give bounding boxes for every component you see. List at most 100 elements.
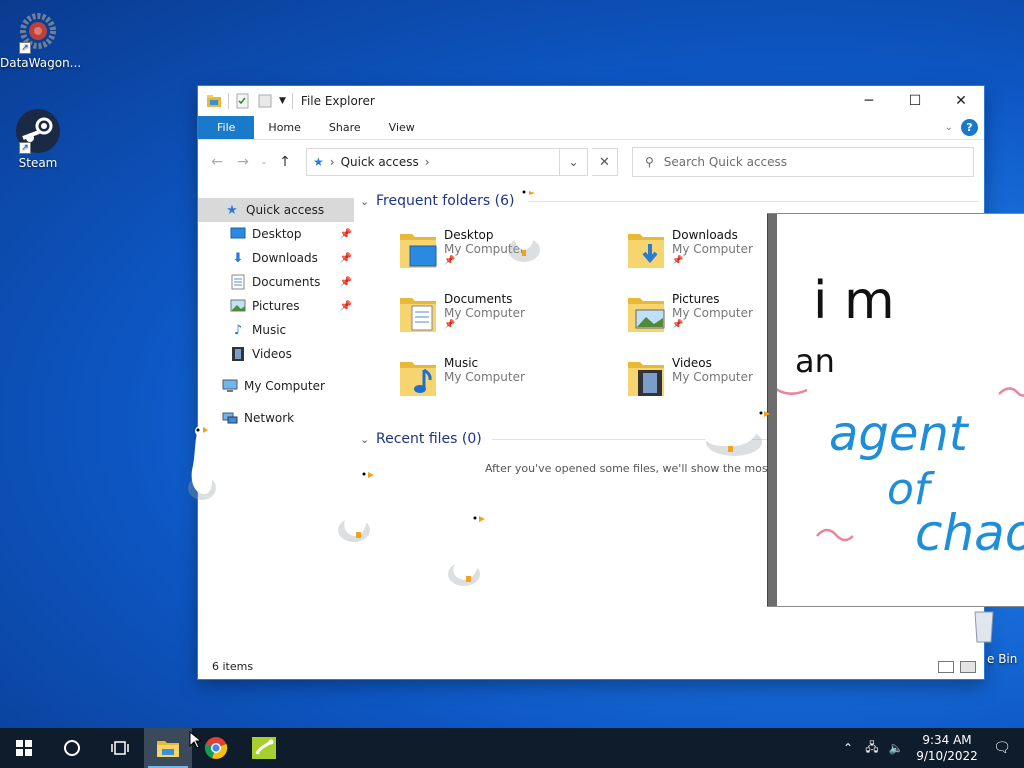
recent-locations-icon[interactable]: ⌄: [258, 157, 270, 167]
notification-center-icon[interactable]: 🗨: [980, 740, 1024, 756]
forward-button[interactable]: →: [232, 154, 254, 170]
nav-item-my-computer[interactable]: My Computer: [198, 374, 356, 398]
search-box[interactable]: ⚲: [632, 147, 974, 177]
quick-access-toolbar: ▼: [206, 93, 293, 109]
show-hidden-icons-chevron-icon[interactable]: ⌃: [836, 741, 860, 755]
nav-item-label: Desktop: [252, 227, 302, 241]
note-line-2: an: [795, 342, 835, 380]
shortcut-arrow-icon: ↗: [19, 42, 31, 54]
nav-item-pictures[interactable]: Pictures 📌: [198, 294, 356, 318]
search-button[interactable]: [48, 728, 96, 768]
customize-toolbar-icon[interactable]: ▼: [279, 96, 286, 106]
nav-item-label: Downloads: [252, 251, 318, 265]
folder-tile-desktop[interactable]: Desktop My Computer 📌: [398, 228, 598, 284]
minimize-button[interactable]: ─: [846, 86, 892, 116]
folder-name: Pictures: [672, 292, 720, 306]
network-tray-icon[interactable]: 🖧: [860, 738, 884, 759]
refresh-button[interactable]: ✕: [592, 148, 618, 176]
music-note-icon: ♪: [233, 322, 243, 338]
goose-sprite[interactable]: [184, 422, 224, 504]
shortcut-arrow-icon: ↗: [19, 142, 31, 154]
folder-location: My Computer: [672, 306, 753, 320]
film-icon: [230, 346, 246, 362]
music-folder-icon: [398, 356, 438, 400]
folder-location: My Computer: [444, 306, 525, 320]
computer-icon: [222, 378, 238, 394]
desktop-icon-datawagon[interactable]: ↗ DataWagon...: [0, 8, 81, 70]
desktop-icon-steam[interactable]: ↗ Steam: [0, 108, 76, 170]
group-header-label: Recent files (0): [376, 431, 482, 447]
goose-sprite[interactable]: [700, 404, 776, 462]
pin-icon: 📌: [444, 320, 456, 330]
folder-tile-music[interactable]: Music My Computer: [398, 356, 598, 412]
cortana-circle-icon: [64, 740, 80, 756]
note-line-1: i m: [813, 271, 895, 331]
help-icon[interactable]: ?: [961, 119, 978, 136]
address-bar[interactable]: ★ › Quick access › ⌄: [306, 148, 588, 176]
nav-item-label: Pictures: [252, 299, 300, 313]
details-view-icon[interactable]: [938, 661, 954, 673]
navigation-bar: ← → ⌄ ↑ ★ › Quick access › ⌄ ✕ ⚲: [198, 140, 984, 184]
start-button[interactable]: [0, 728, 48, 768]
pictures-folder-icon: [626, 292, 666, 336]
large-icons-view-icon[interactable]: [960, 661, 976, 673]
nav-item-quick-access[interactable]: ★ Quick access: [198, 198, 354, 222]
downloads-folder-icon: [626, 228, 666, 272]
collapse-chevron-icon[interactable]: ⌄: [360, 433, 376, 446]
nav-item-documents[interactable]: Documents 📌: [198, 270, 356, 294]
folder-location: My Computer: [672, 242, 753, 256]
nav-item-music[interactable]: ♪ Music: [198, 318, 356, 342]
new-folder-icon[interactable]: [257, 93, 273, 109]
handwritten-note-canvas: i m an agent of chao: [777, 271, 1024, 562]
desktop-folder-icon: [398, 228, 438, 272]
close-button[interactable]: ✕: [938, 86, 984, 116]
nav-item-desktop[interactable]: Desktop 📌: [198, 222, 356, 246]
nav-item-videos[interactable]: Videos: [198, 342, 356, 366]
clock-date: 9/10/2022: [916, 749, 978, 763]
taskbar-goose-app[interactable]: [240, 728, 288, 768]
paint-note-window[interactable]: i m an agent of chao: [768, 214, 1024, 606]
volume-icon[interactable]: 🔈: [884, 741, 908, 755]
network-icon: [222, 410, 238, 426]
back-button[interactable]: ←: [206, 154, 228, 170]
pin-icon: 📌: [339, 228, 352, 240]
expand-ribbon-icon[interactable]: ⌄: [945, 122, 953, 133]
taskbar-file-explorer[interactable]: [144, 728, 192, 768]
pin-icon: 📌: [339, 276, 352, 288]
gear-icon: ↗: [15, 8, 61, 54]
ribbon-tabs: File Home Share View ⌄ ?: [198, 116, 984, 140]
search-icon: ⚲: [645, 155, 654, 169]
tab-share[interactable]: Share: [315, 116, 375, 139]
frequent-folders-header[interactable]: ⌄ Frequent folders (6): [360, 190, 984, 212]
goose-sprite[interactable]: [442, 510, 490, 592]
goose-sprite[interactable]: [500, 184, 550, 266]
breadcrumb-separator-icon[interactable]: ›: [425, 155, 430, 169]
tab-view[interactable]: View: [375, 116, 429, 139]
search-input[interactable]: [663, 155, 944, 169]
up-button[interactable]: ↑: [274, 154, 296, 170]
toolbar-divider: [291, 93, 293, 109]
task-view-button[interactable]: [96, 728, 144, 768]
folder-tile-documents[interactable]: Documents My Computer 📌: [398, 292, 598, 348]
breadcrumb-separator-icon[interactable]: ›: [330, 155, 335, 169]
tab-home[interactable]: Home: [254, 116, 314, 139]
nav-item-downloads[interactable]: ⬇ Downloads 📌: [198, 246, 356, 270]
tab-file[interactable]: File: [198, 116, 255, 139]
clock[interactable]: 9:34 AM 9/10/2022: [914, 732, 980, 764]
recycle-bin-icon[interactable]: [970, 604, 996, 644]
title-bar[interactable]: ▼ File Explorer ─ ☐ ✕: [198, 86, 984, 116]
picture-icon: [230, 298, 246, 314]
desktop-icon: [230, 226, 246, 242]
collapse-chevron-icon[interactable]: ⌄: [360, 195, 376, 208]
address-dropdown-icon[interactable]: ⌄: [559, 149, 587, 175]
breadcrumb-quick-access[interactable]: Quick access: [341, 155, 419, 169]
explorer-icon: [207, 95, 221, 107]
maximize-button[interactable]: ☐: [892, 86, 938, 116]
nav-item-label: Music: [252, 323, 287, 337]
goose-sprite[interactable]: [334, 466, 380, 548]
folder-location: My Computer: [444, 370, 525, 384]
properties-icon[interactable]: [235, 93, 251, 109]
nav-item-label: Videos: [252, 347, 292, 361]
mouse-cursor-icon: [189, 731, 201, 749]
pin-icon: 📌: [672, 320, 684, 330]
